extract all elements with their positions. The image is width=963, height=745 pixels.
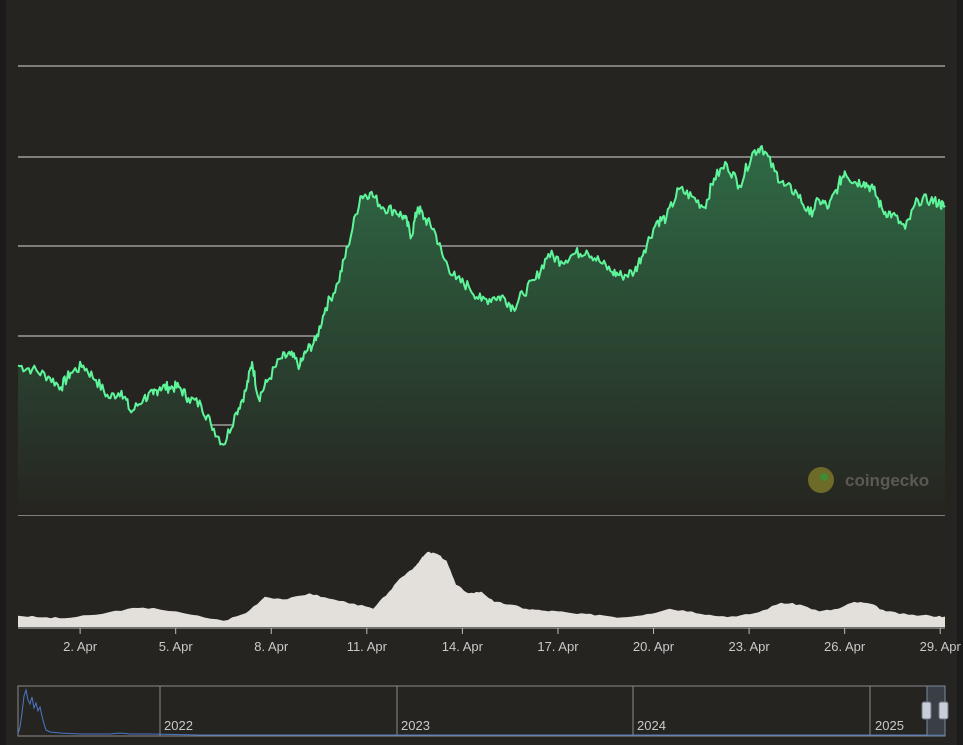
navigator-left-handle[interactable]: [921, 701, 932, 720]
x-tick-label: 5. Apr: [159, 639, 194, 654]
x-tick-label: 8. Apr: [254, 639, 289, 654]
x-tick-label: 14. Apr: [442, 639, 484, 654]
x-tick-label: 20. Apr: [633, 639, 675, 654]
navigator-label-2025: 2025: [875, 718, 904, 733]
coingecko-watermark: coingecko: [808, 467, 929, 493]
x-tick-label: 26. Apr: [824, 639, 866, 654]
gecko-logo-eye: [820, 473, 828, 481]
x-tick-label: 29. Apr: [920, 639, 962, 654]
price-chart[interactable]: coingecko 2. Apr 5. Apr 8. Apr 11. Apr 14. A…: [0, 0, 963, 745]
brand-name: coingecko: [845, 471, 929, 490]
gecko-logo-icon: [808, 467, 834, 493]
x-tick-label: 2. Apr: [63, 639, 98, 654]
navigator-label-2023: 2023: [401, 718, 430, 733]
x-tick-label: 23. Apr: [728, 639, 770, 654]
navigator-label-2024: 2024: [637, 718, 666, 733]
navigator-label-2022: 2022: [164, 718, 193, 733]
x-tick-label: 17. Apr: [537, 639, 579, 654]
x-tick-label: 11. Apr: [347, 639, 388, 654]
navigator-right-handle[interactable]: [938, 701, 949, 720]
